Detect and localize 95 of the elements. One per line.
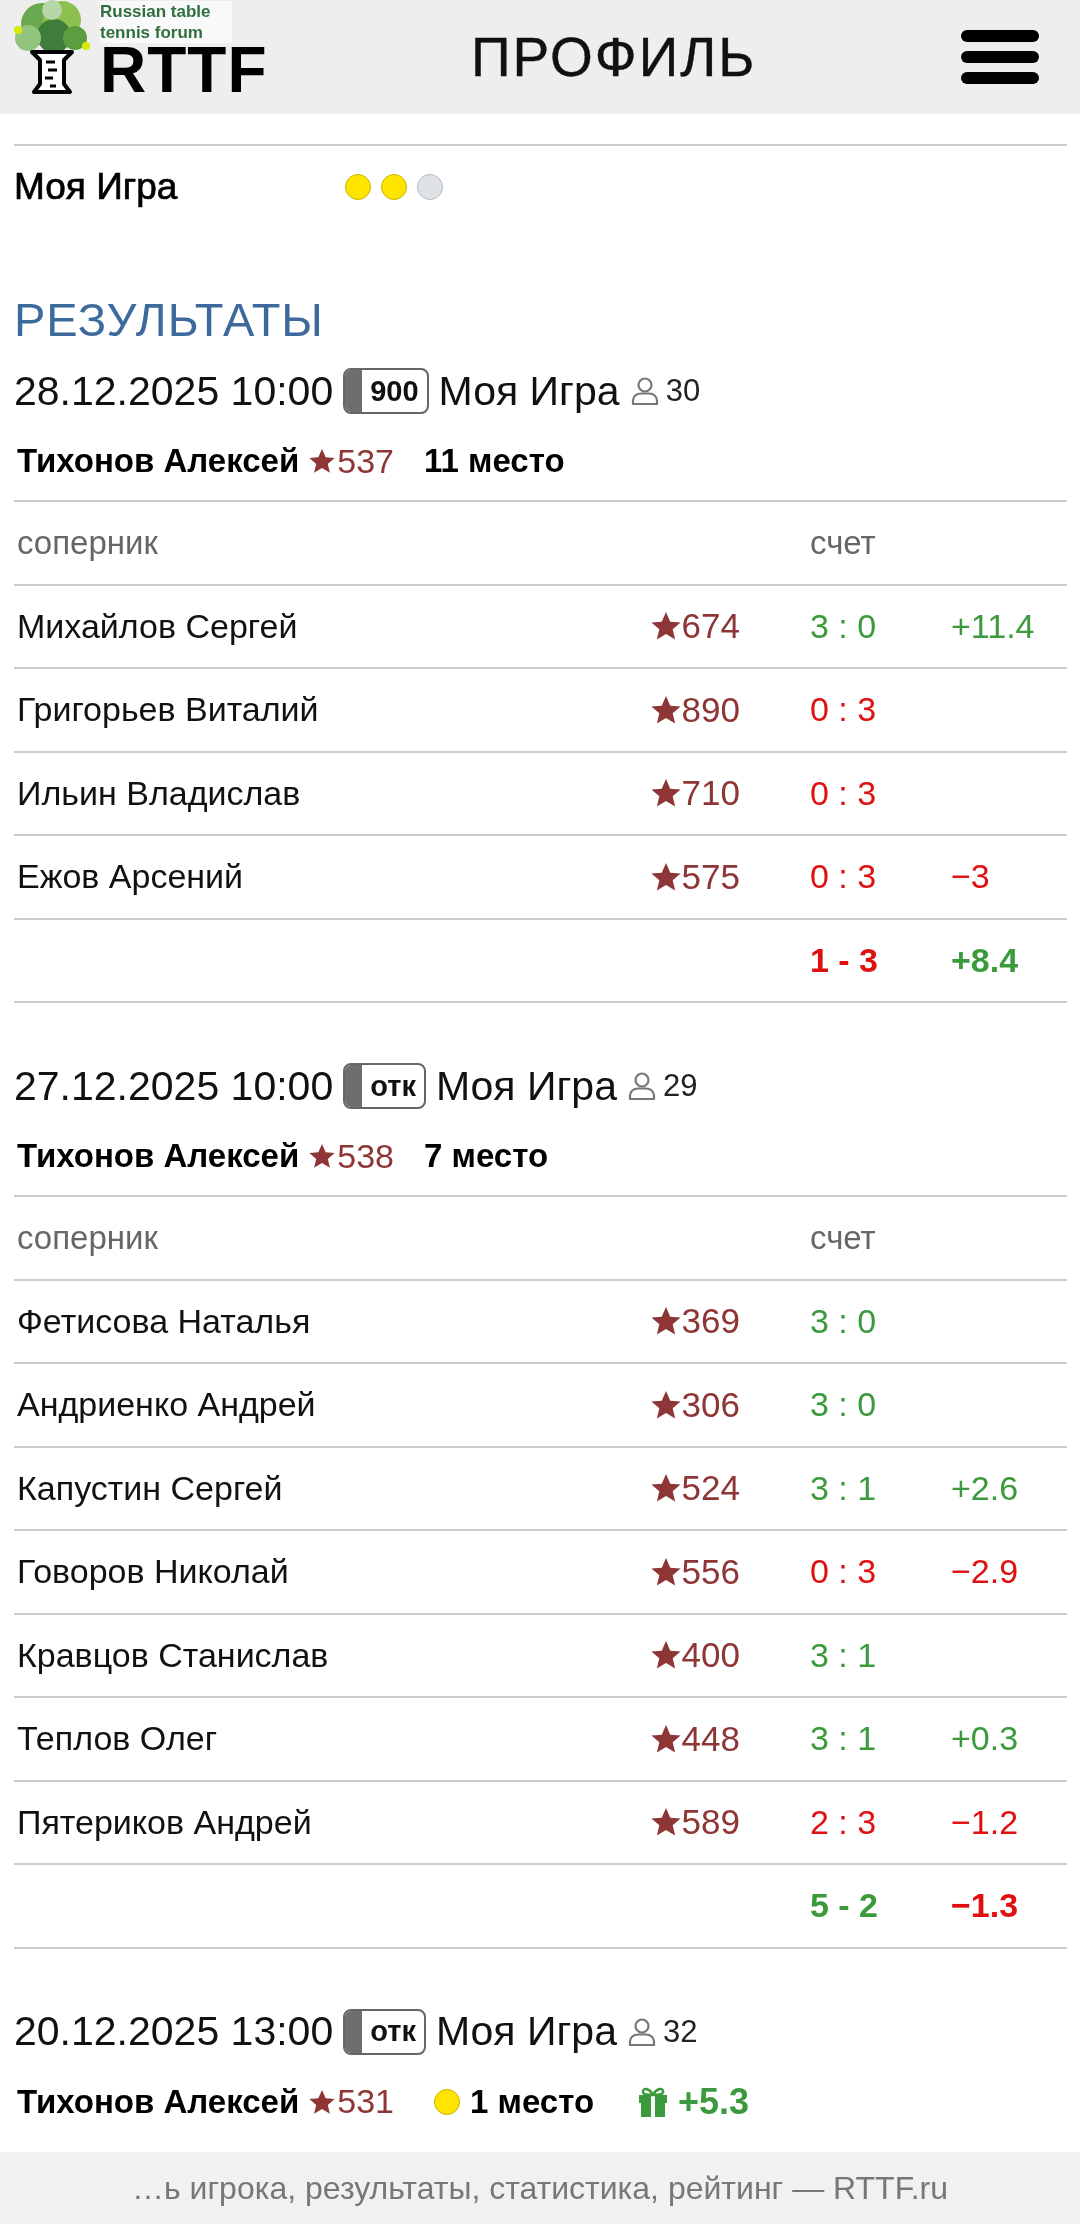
column-header: счет — [810, 523, 877, 562]
opponent-rating: 448 — [681, 1718, 740, 1759]
match-score: 3 : 1 — [810, 1719, 878, 1759]
player-rating: 538 — [337, 1136, 394, 1176]
person-icon — [629, 376, 660, 406]
page-title: ПРОФИЛЬ — [470, 25, 758, 89]
star-icon — [650, 1473, 681, 1504]
star-icon — [309, 2088, 336, 2115]
column-header: соперник — [17, 1218, 159, 1257]
match-score: 3 : 0 — [810, 606, 878, 646]
player-place: 11 место — [423, 442, 565, 480]
opponent-name: Ильин Владислав — [17, 773, 302, 813]
opponent-name: Кравцов Станислав — [17, 1635, 330, 1675]
opponent-rating: 589 — [681, 1802, 740, 1843]
event-badge: отк — [343, 1063, 426, 1109]
opponent-rating: 575 — [681, 856, 740, 897]
star-icon — [650, 1556, 681, 1587]
opponent-rating: 556 — [681, 1551, 740, 1592]
opponent-name: Капустин Сергей — [17, 1468, 284, 1508]
star-icon — [650, 1389, 681, 1420]
column-header: соперник — [17, 523, 159, 562]
game-name: Моя Игра — [14, 166, 179, 208]
tournament-name: Моя Игра — [435, 2008, 617, 2055]
event-date: 27.12.2025 10:00 — [14, 1062, 334, 1110]
logo-text: RTTF — [100, 43, 268, 97]
opponent-name: Андриенко Андрей — [17, 1385, 317, 1425]
logo-tagline: Russian table tennis forum — [100, 1, 232, 43]
match-score: 3 : 1 — [810, 1468, 878, 1508]
event-date: 28.12.2025 10:00 — [14, 367, 334, 415]
total-score: 1 - 3 — [810, 940, 880, 980]
player-name: Тихонов Алексей — [17, 442, 300, 480]
players-count: 30 — [665, 373, 701, 409]
star-icon — [650, 1640, 681, 1671]
total-score: 5 - 2 — [810, 1886, 880, 1926]
opponent-name: Михайлов Сергей — [17, 606, 299, 646]
tournament-name: Моя Игра — [438, 367, 620, 415]
menu-button[interactable] — [960, 29, 1040, 85]
match-score: 3 : 0 — [810, 1301, 878, 1341]
event-badge: 900 — [343, 368, 429, 414]
tournament-name: Моя Игра — [435, 1062, 617, 1110]
star-icon — [650, 611, 681, 642]
rating-change: +11.4 — [951, 606, 1036, 646]
rating-change: +2.6 — [951, 1468, 1020, 1508]
star-icon — [650, 861, 681, 892]
opponent-rating: 524 — [681, 1468, 740, 1509]
player-place: 7 место — [423, 1137, 549, 1175]
players-count: 32 — [662, 2013, 698, 2050]
bonus-value: +5.3 — [678, 2080, 750, 2123]
match-score: 0 : 3 — [810, 1552, 878, 1592]
person-icon — [626, 1071, 657, 1101]
opponent-name: Теплов Олег — [17, 1719, 219, 1759]
opponent-rating: 674 — [681, 606, 740, 647]
star-icon — [650, 1723, 681, 1754]
star-icon — [309, 448, 336, 474]
tree-icon — [12, 0, 92, 96]
player-rating: 537 — [337, 441, 394, 481]
event-date: 20.12.2025 13:00 — [14, 2008, 334, 2055]
star-icon — [650, 778, 681, 809]
opponent-rating: 306 — [681, 1384, 740, 1425]
opponent-rating: 369 — [681, 1301, 740, 1342]
column-header: счет — [810, 1218, 877, 1257]
match-score: 0 : 3 — [810, 857, 878, 897]
opponent-name: Ежов Арсений — [17, 857, 245, 897]
rating-change: +0.3 — [951, 1719, 1020, 1759]
opponent-rating: 710 — [681, 773, 740, 814]
opponent-name: Фетисова Наталья — [17, 1301, 312, 1341]
page-title-bar-text: …ь игрока, результаты, статистика, рейтинг — RTTF.ru — [132, 2169, 948, 2207]
rating-change: −2.9 — [951, 1552, 1020, 1592]
person-icon — [626, 2016, 657, 2047]
star-icon — [650, 1807, 681, 1838]
opponent-rating: 400 — [681, 1635, 740, 1676]
player-name: Тихонов Алексей — [17, 2082, 300, 2121]
match-score: 0 : 3 — [810, 773, 878, 813]
match-score: 3 : 1 — [810, 1635, 878, 1675]
rating-change: −1.2 — [951, 1802, 1020, 1842]
opponent-name: Говоров Николай — [17, 1552, 290, 1592]
star-icon — [650, 1306, 681, 1337]
section-title: РЕЗУЛЬТАТЫ — [14, 292, 325, 348]
match-score: 2 : 3 — [810, 1802, 878, 1842]
players-count: 29 — [662, 1068, 698, 1104]
opponent-name: Григорьев Виталий — [17, 690, 320, 730]
total-rating-change: +8.4 — [951, 940, 1020, 980]
rating-change: −3 — [951, 857, 991, 897]
star-icon — [309, 1143, 336, 1169]
event-badge: отк — [343, 2008, 426, 2055]
match-score: 3 : 0 — [810, 1385, 878, 1425]
player-place: 1 место — [469, 2082, 595, 2121]
star-icon — [650, 694, 681, 725]
match-score: 0 : 3 — [810, 690, 878, 730]
opponent-rating: 890 — [681, 689, 740, 730]
total-rating-change: −1.3 — [951, 1886, 1020, 1926]
player-name: Тихонов Алексей — [17, 1137, 300, 1175]
menu-icon — [961, 30, 1039, 84]
opponent-name: Пятериков Андрей — [17, 1802, 313, 1842]
player-rating: 531 — [337, 2082, 394, 2121]
